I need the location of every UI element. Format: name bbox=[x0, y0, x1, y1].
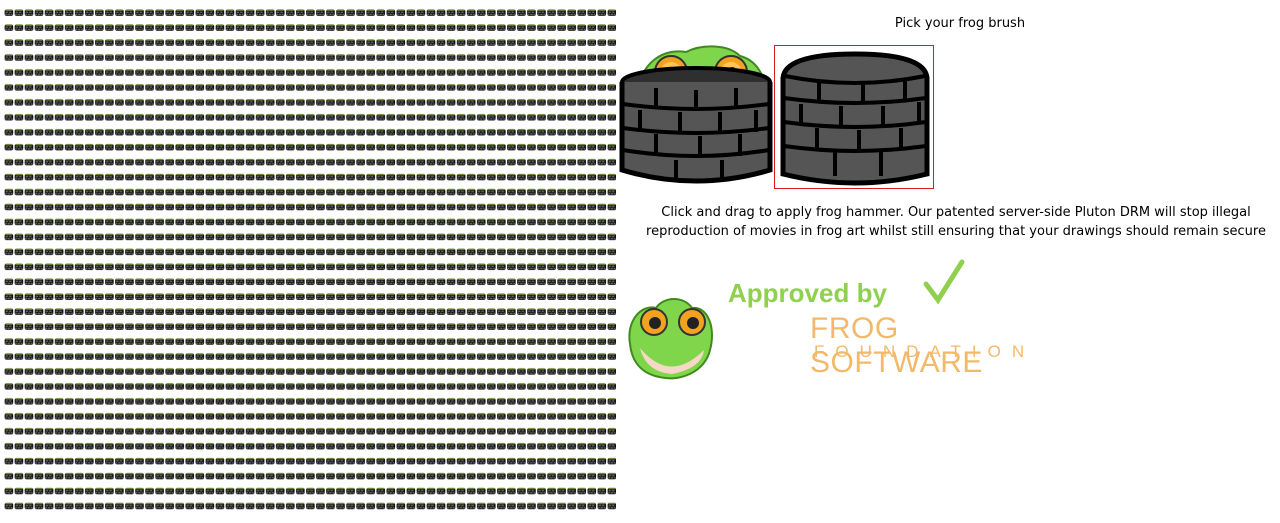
green-check-icon bbox=[923, 259, 965, 305]
instructions-line-1: Click and drag to apply frog hammer. Our… bbox=[661, 205, 1251, 220]
drawing-canvas[interactable] bbox=[4, 5, 616, 517]
brush-picker-title: Pick your frog brush bbox=[894, 16, 1026, 31]
brush-frog-wall[interactable] bbox=[616, 42, 774, 186]
brush-brick-wall[interactable] bbox=[774, 45, 934, 189]
brick-wall-icon bbox=[780, 51, 930, 186]
frog-face-icon bbox=[628, 298, 713, 380]
org-name-line-2: FOUNDATION bbox=[814, 342, 1036, 361]
approved-by-text: Approved by bbox=[728, 278, 887, 308]
instructions-line-2: reproduction of movies in frog art whils… bbox=[646, 224, 1266, 239]
frog-peeking-over-brick-wall-icon bbox=[619, 45, 773, 184]
approval-badge: Approved by FROG SOFTWARE FOUNDATION bbox=[622, 258, 1062, 388]
instructions-text: Click and drag to apply frog hammer. Our… bbox=[626, 203, 1280, 241]
